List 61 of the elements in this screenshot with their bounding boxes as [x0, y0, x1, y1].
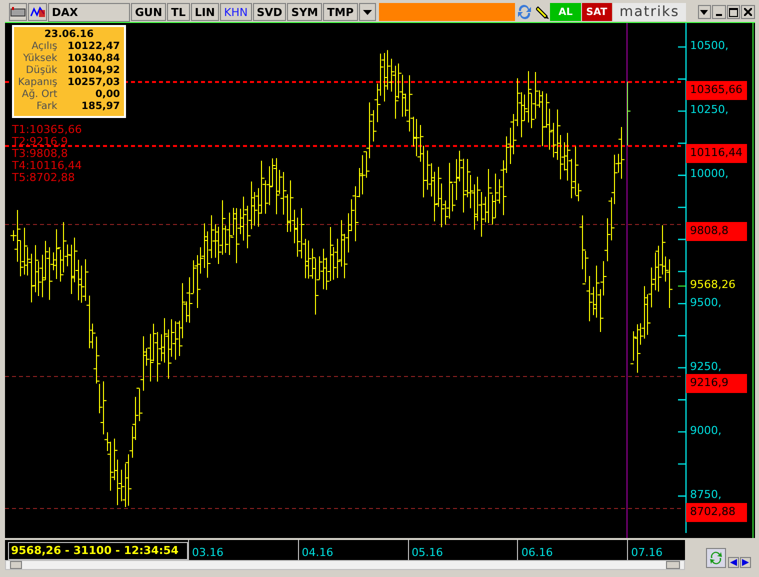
left-arrow-button[interactable] — [728, 557, 739, 568]
close-button[interactable] — [741, 5, 756, 19]
caret-icon — [362, 10, 372, 16]
refresh-button[interactable] — [706, 548, 726, 568]
target-label: T2:9216,9 — [12, 136, 68, 148]
field-value: 0,00 — [94, 89, 120, 101]
target-label: T5:8702,88 — [12, 172, 75, 184]
field-label: Yüksek — [22, 53, 58, 65]
toolbar-tab[interactable]: KHN — [220, 3, 252, 21]
toolbar-tab[interactable]: TMP — [323, 3, 358, 21]
refresh-icon — [709, 551, 723, 565]
field-value: 10104,92 — [66, 65, 120, 77]
field-label: Açılış — [30, 41, 58, 53]
last-price-tick — [678, 286, 686, 287]
dropdown-button[interactable] — [358, 3, 376, 21]
toolbar-tab[interactable]: SYM — [287, 3, 322, 21]
axis-label: 9500, — [690, 296, 722, 309]
toolbar-tab[interactable]: LIN — [190, 3, 219, 21]
sell-button[interactable]: SAT — [582, 3, 612, 21]
date-label: 23.06.16 — [43, 29, 95, 41]
field-value: 10122,47 — [66, 41, 120, 53]
field-label: Düşük — [24, 65, 58, 77]
wave-chart-icon[interactable] — [28, 3, 47, 21]
scrollbar[interactable] — [5, 560, 685, 570]
minimize-button[interactable] — [712, 5, 726, 19]
maximize-icon — [729, 8, 738, 16]
axis-label: 9000, — [690, 424, 722, 437]
target-label: T3:9808,8 — [12, 148, 68, 160]
axis-label: 9250, — [690, 360, 722, 373]
axis-label: 8750, — [690, 488, 722, 502]
bar-chart-icon[interactable] — [9, 3, 28, 21]
field-label: Kapanış — [18, 77, 58, 89]
target-label: T4:10116,44 — [12, 160, 82, 172]
axis-label: 10250, — [690, 103, 728, 116]
symbol-field[interactable]: DAX — [48, 3, 130, 22]
left-arrow-icon — [730, 559, 737, 566]
axis-label: 10500, — [690, 39, 728, 52]
maximize-button[interactable] — [726, 5, 740, 19]
field-label: Fark — [35, 101, 58, 113]
price-tag: 10116,44 — [686, 144, 747, 163]
status-readout: 9568,26 - 31100 - 12:34:54 — [8, 542, 188, 560]
toolbar-tab[interactable]: GUN — [131, 3, 166, 21]
target-label: T1:10365,66 — [12, 124, 82, 136]
dropdown-button[interactable] — [698, 5, 712, 19]
field-label: Ağ. Ort — [20, 89, 58, 101]
last-price-label: 9568,26 — [690, 278, 736, 292]
field-value: 10340,84 — [66, 53, 120, 65]
right-arrow-button[interactable] — [740, 557, 751, 568]
caret-icon — [700, 10, 708, 14]
right-arrow-icon — [742, 559, 749, 566]
field-value: 185,97 — [80, 101, 120, 113]
toolbar-tab[interactable]: TL — [167, 3, 190, 21]
price-tag: 10365,66 — [686, 81, 747, 100]
axis-label: 10000, — [690, 167, 728, 180]
price-tag: 8702,88 — [686, 503, 747, 522]
price-tag: 9216,9 — [686, 374, 747, 393]
field-value: 10257,03 — [66, 77, 120, 89]
price-tag: 9808,8 — [686, 222, 747, 241]
toolbar-tab[interactable]: SVD — [252, 3, 286, 21]
close-icon — [744, 8, 752, 16]
brand-logo: matriks — [612, 3, 686, 21]
